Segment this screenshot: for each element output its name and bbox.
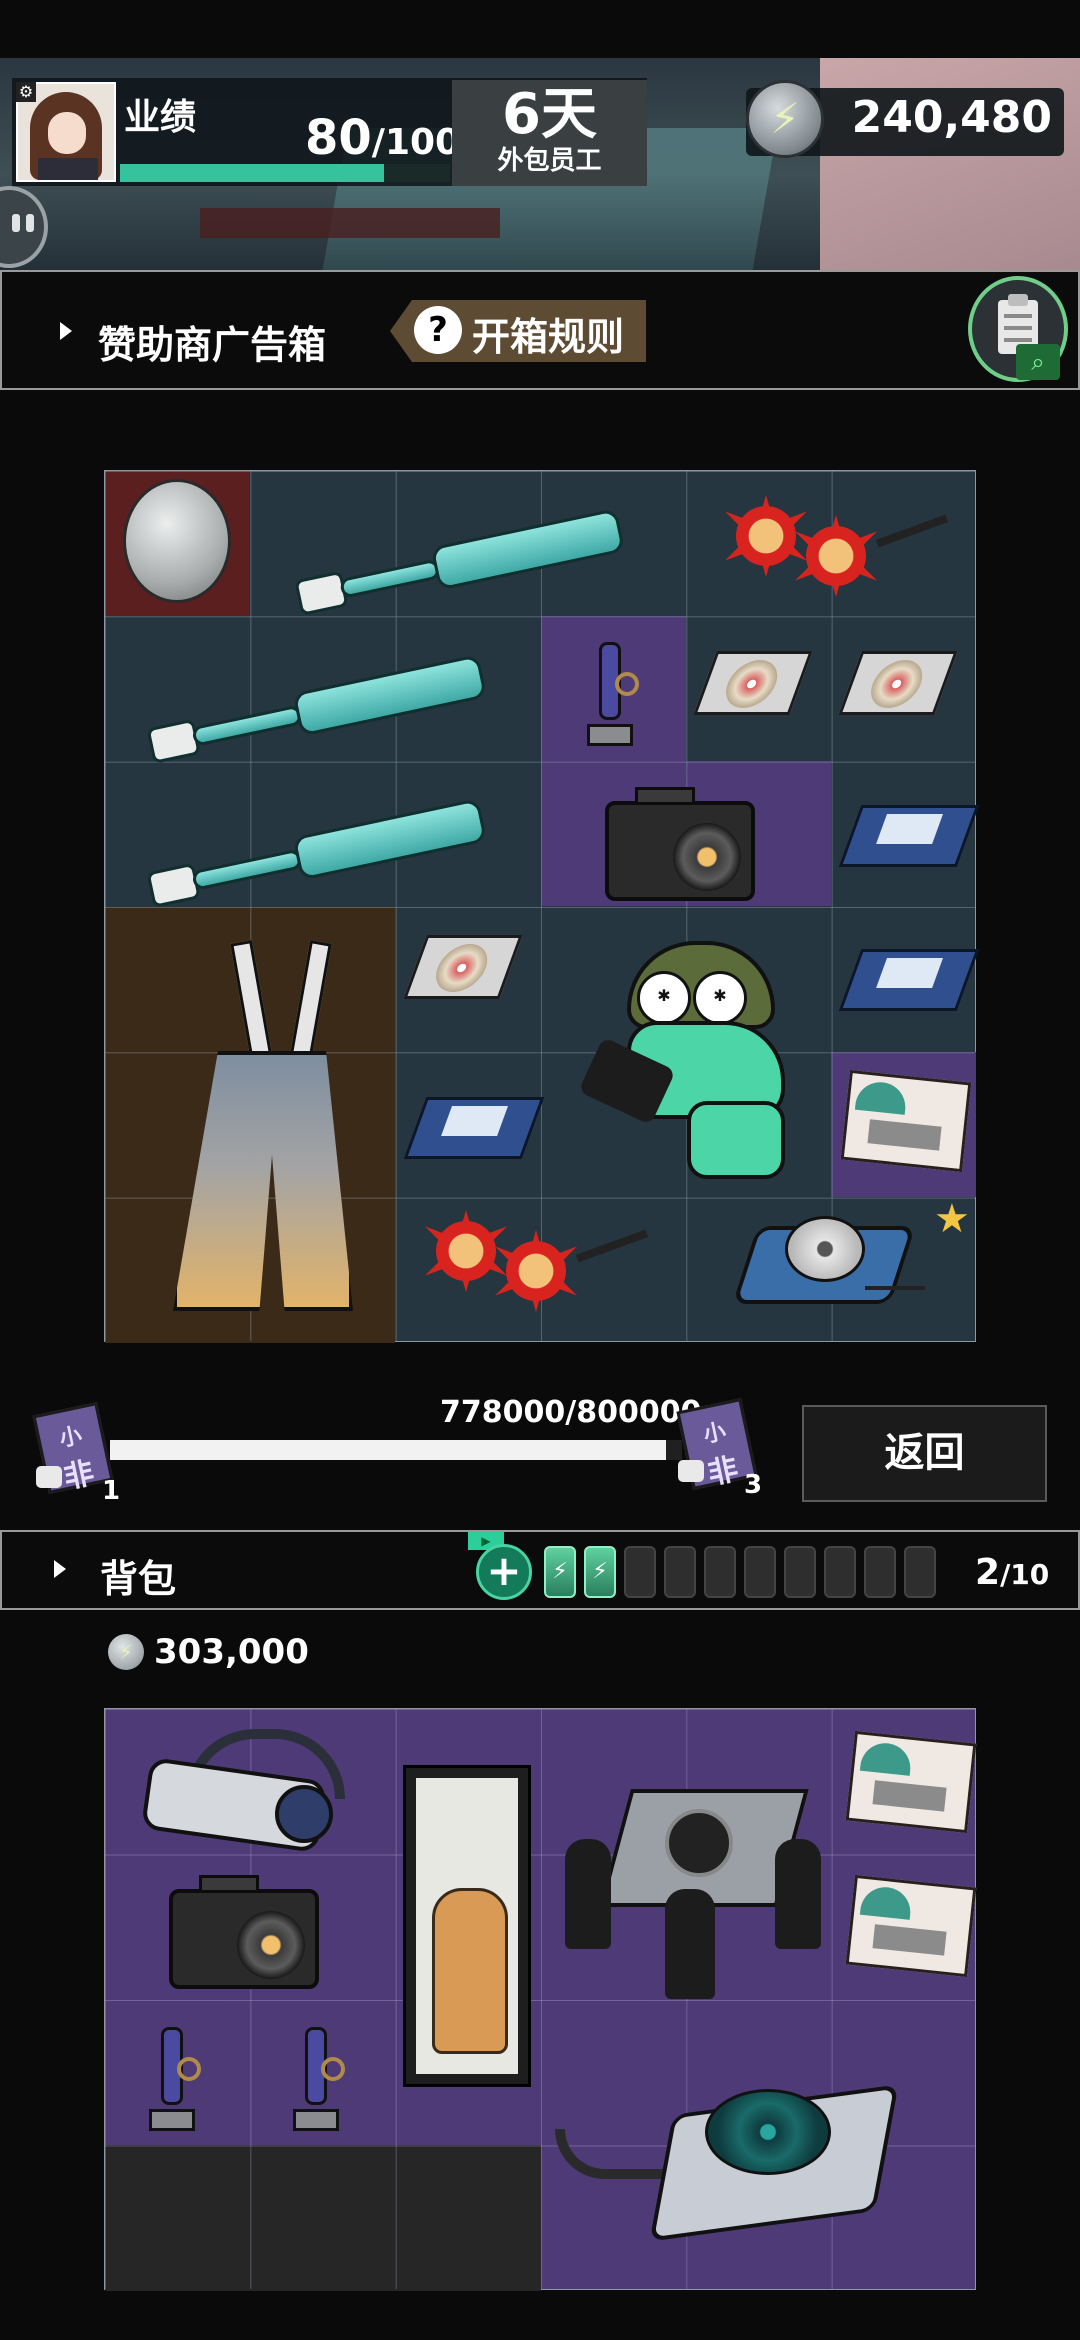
right-ticket-count: 3 xyxy=(744,1470,763,1500)
postcard-item[interactable] xyxy=(840,1069,972,1173)
progress-text: 778000/800000 xyxy=(440,1395,702,1430)
cd-disc-item[interactable] xyxy=(838,651,958,715)
empty-slot xyxy=(904,1546,936,1598)
slots-count: 2/10 xyxy=(975,1552,1049,1593)
radar-device-item[interactable] xyxy=(555,2049,955,2269)
left-ticket-count: 1 xyxy=(102,1476,121,1506)
frog-character-item[interactable]: ✱ ✱ xyxy=(567,941,817,1181)
empty-cell xyxy=(105,2145,541,2291)
lightning-coin-icon: ⚡ xyxy=(108,1634,144,1670)
vr-headset-item[interactable] xyxy=(140,1729,345,1854)
expand-arrow-icon xyxy=(60,322,72,340)
sword-figure-item[interactable] xyxy=(143,2021,201,2131)
sponsor-box-grid: ✱ ✱ xyxy=(104,470,980,1343)
camera-item[interactable] xyxy=(605,787,755,901)
progress-bar xyxy=(110,1440,682,1460)
postcard-item[interactable] xyxy=(845,1730,977,1834)
overalls-item[interactable] xyxy=(133,940,373,1321)
lightning-coin-icon: ⚡ xyxy=(746,80,824,158)
postcard-item[interactable] xyxy=(845,1874,977,1978)
coffin-dancers-item[interactable] xyxy=(555,1749,835,1999)
performance-bar-fill xyxy=(120,164,384,182)
sponsor-box-title: 赞助商广告箱 xyxy=(98,323,327,367)
performance-value: 80/100 xyxy=(305,110,460,166)
search-icon[interactable]: ⌕ xyxy=(1016,344,1060,380)
backpack-grid xyxy=(104,1708,977,2291)
days-box: 6天 外包员工 xyxy=(452,80,647,186)
progress-bar-fill xyxy=(110,1440,667,1460)
box-rules-label[interactable]: 开箱规则 xyxy=(472,306,624,361)
battery-icon: ⚡ xyxy=(584,1546,616,1598)
toothbrush-item[interactable] xyxy=(139,617,512,790)
expand-arrow-icon xyxy=(54,1560,66,1578)
sword-figure-item[interactable] xyxy=(287,2021,345,2131)
coin-value: 240,480 xyxy=(851,92,1052,143)
empty-slot xyxy=(704,1546,736,1598)
battery-icon: ⚡ xyxy=(544,1546,576,1598)
floppy-disk-item[interactable] xyxy=(838,949,980,1011)
empty-slot xyxy=(664,1546,696,1598)
add-slot-button[interactable]: + xyxy=(476,1544,532,1600)
gear-icon[interactable]: ⚙ xyxy=(16,82,36,102)
puzzle-piece-icon xyxy=(678,1460,704,1482)
performance-current: 80 xyxy=(305,110,372,166)
backpack-title: 背包 xyxy=(100,1557,177,1601)
performance-label: 业绩 xyxy=(124,97,197,138)
slots-used: 2 xyxy=(975,1552,1001,1593)
empty-slot xyxy=(624,1546,656,1598)
empty-slot xyxy=(824,1546,856,1598)
question-icon[interactable]: ? xyxy=(414,306,462,354)
cd-player-item[interactable] xyxy=(732,1206,925,1326)
empty-slot xyxy=(744,1546,776,1598)
performance-bar xyxy=(120,164,450,182)
floppy-disk-item[interactable] xyxy=(403,1097,545,1159)
cd-disc-item[interactable] xyxy=(403,935,523,999)
tiger-scroll-item[interactable] xyxy=(403,1765,531,2087)
performance-max: /100 xyxy=(371,122,461,163)
sun-flail-item[interactable] xyxy=(725,491,955,601)
silver-coin-item[interactable] xyxy=(123,479,231,603)
slots-total: /10 xyxy=(1000,1558,1050,1591)
days-value: 6天 xyxy=(502,82,597,147)
cd-disc-item[interactable] xyxy=(693,651,813,715)
camera-item[interactable] xyxy=(169,1875,319,1989)
empty-slot xyxy=(864,1546,896,1598)
days-label: 外包员工 xyxy=(497,146,602,176)
back-button[interactable]: 返回 xyxy=(802,1405,1047,1502)
puzzle-piece-icon xyxy=(36,1466,62,1488)
floppy-disk-item[interactable] xyxy=(838,805,980,867)
sun-flail-item[interactable] xyxy=(425,1206,655,1316)
backpack-coin-value: 303,000 xyxy=(154,1632,309,1672)
empty-slot xyxy=(784,1546,816,1598)
sword-figure-item[interactable] xyxy=(581,636,639,746)
star-icon: ★ xyxy=(934,1196,970,1242)
